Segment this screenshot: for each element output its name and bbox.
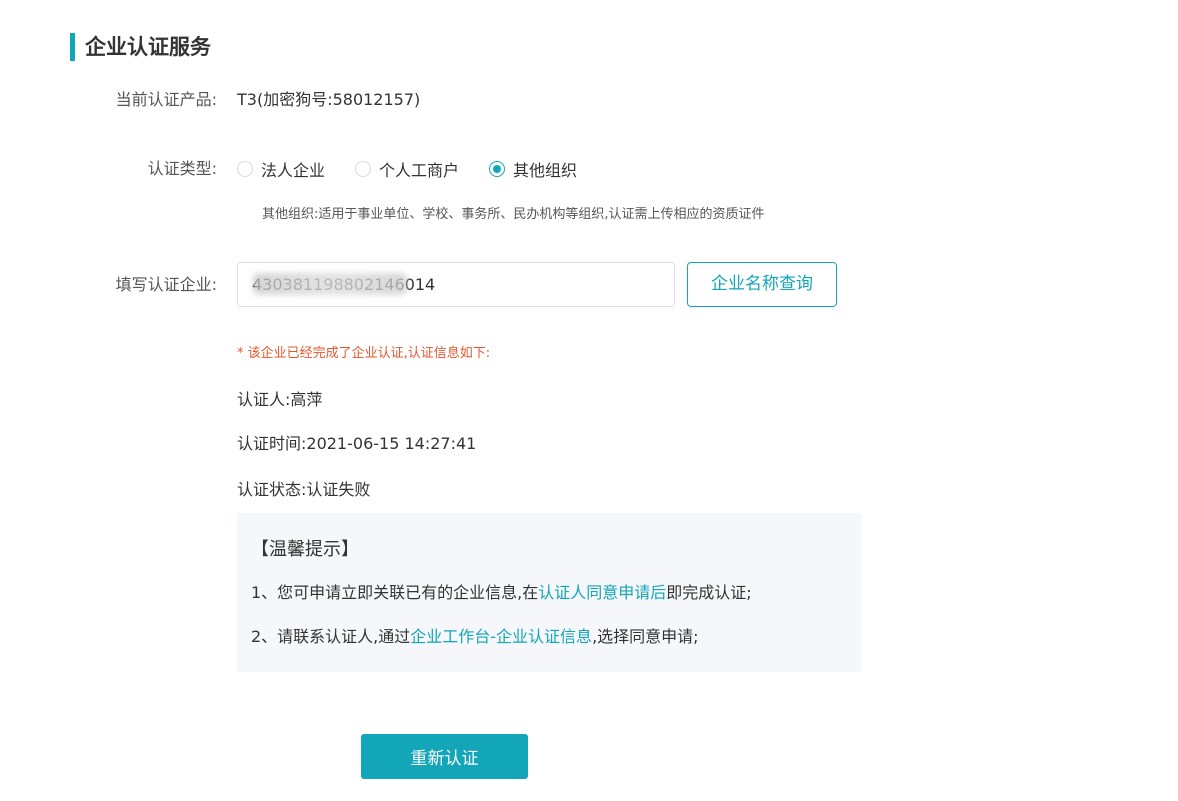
page-title: 企业认证服务 — [85, 35, 211, 59]
enterprise-workbench-link[interactable]: 企业工作台-企业认证信息 — [410, 627, 592, 646]
recertify-button[interactable]: 重新认证 — [361, 734, 528, 779]
tips-line-2-suffix: ,选择同意申请; — [592, 627, 699, 646]
radio-label: 个人工商户 — [379, 161, 460, 180]
company-label: 填写认证企业: — [115, 275, 217, 294]
radio-label: 法人企业 — [261, 161, 326, 180]
tips-line-1-suffix: 即完成认证; — [666, 583, 752, 602]
cert-type-label: 认证类型: — [147, 159, 217, 178]
tips-line-1: 1、您可申请立即关联已有的企业信息,在认证人同意申请后即完成认证; — [251, 581, 752, 605]
tips-title: 【温馨提示】 — [251, 539, 359, 560]
tips-line-2: 2、请联系认证人,通过企业工作台-企业认证信息,选择同意申请; — [251, 625, 699, 649]
cert-status-info: 认证状态:认证失败 — [237, 480, 371, 499]
radio-option-legal-enterprise[interactable]: 法人企业 — [237, 157, 325, 181]
radio-option-other-organization[interactable]: 其他组织 — [489, 157, 577, 181]
tips-line-2-prefix: 2、请联系认证人,通过 — [251, 627, 411, 646]
company-name-query-button[interactable]: 企业名称查询 — [687, 262, 837, 307]
radio-unchecked-icon[interactable] — [355, 161, 372, 177]
cert-type-hint: 其他组织:适用于事业单位、学校、事务所、民办机构等组织,认证需上传相应的资质证件 — [262, 207, 765, 222]
product-value: T3(加密狗号:58012157) — [237, 90, 421, 109]
product-label: 当前认证产品: — [115, 90, 217, 109]
cert-time-info: 认证时间:2021-06-15 14:27:41 — [237, 434, 477, 453]
tips-line-1-prefix: 1、您可申请立即关联已有的企业信息,在 — [251, 583, 539, 602]
redaction-blur — [253, 273, 407, 295]
certifier-approval-link[interactable]: 认证人同意申请后 — [538, 583, 666, 602]
title-accent-bar — [70, 33, 75, 61]
tips-box: 【温馨提示】 1、您可申请立即关联已有的企业信息,在认证人同意申请后即完成认证;… — [237, 513, 862, 672]
certifier-info: 认证人:高萍 — [237, 390, 323, 409]
certified-warning: * 该企业已经完成了企业认证,认证信息如下: — [237, 346, 491, 361]
cert-type-radio-group: 法人企业 个人工商户 其他组织 — [237, 157, 607, 181]
radio-checked-icon[interactable] — [489, 161, 506, 177]
radio-unchecked-icon[interactable] — [237, 161, 253, 177]
radio-label: 其他组织 — [513, 161, 578, 180]
radio-option-individual-business[interactable]: 个人工商户 — [355, 157, 459, 181]
